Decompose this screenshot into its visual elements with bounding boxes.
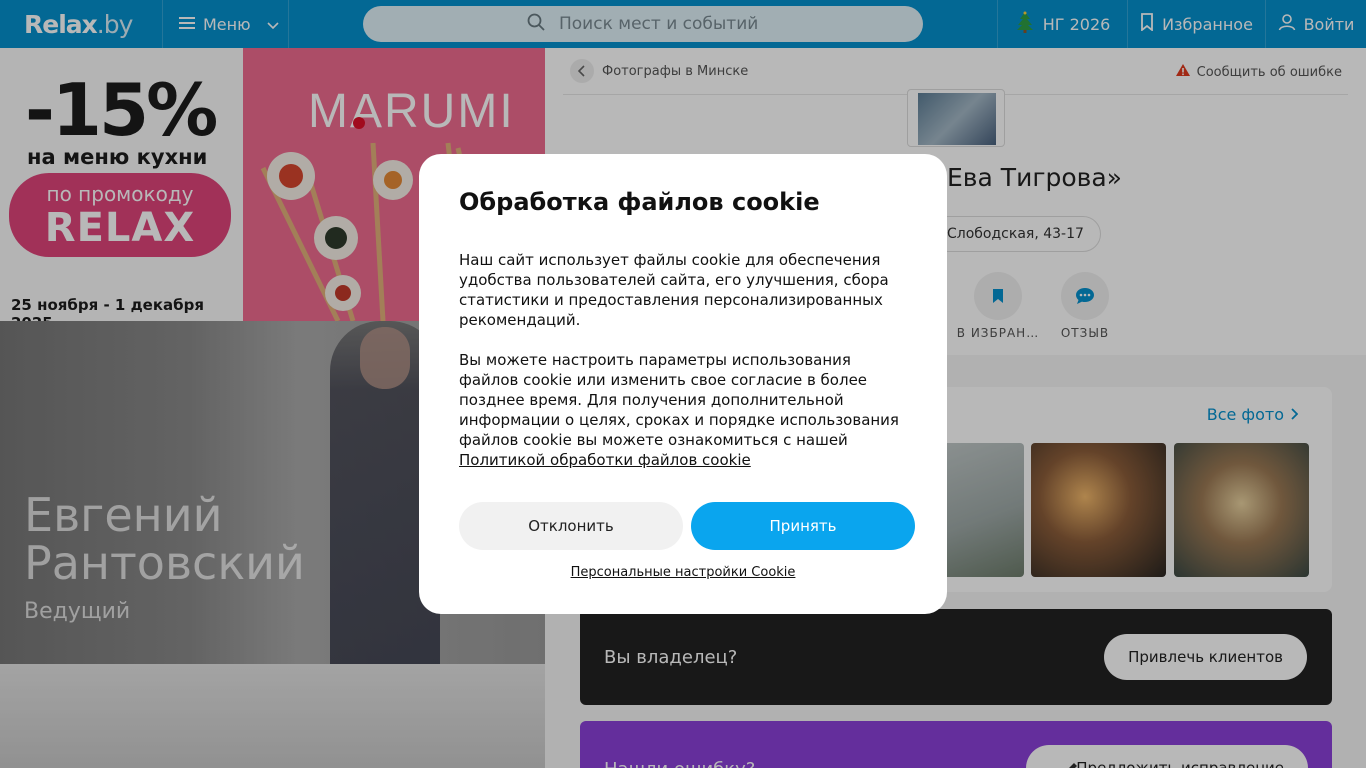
pencil-icon	[1063, 761, 1079, 768]
accept-cookies-button[interactable]: Принять	[691, 502, 915, 550]
cookie-modal: Обработка файлов cookie Наш сайт использ…	[419, 154, 947, 614]
cookie-modal-title: Обработка файлов cookie	[459, 188, 820, 216]
cookie-paragraph-2: Вы можете настроить параметры использова…	[459, 351, 899, 449]
cookie-settings-link[interactable]: Персональные настройки Cookie	[419, 565, 947, 580]
decline-cookies-button[interactable]: Отклонить	[459, 502, 683, 550]
cookie-policy-link[interactable]: Политикой обработки файлов cookie	[459, 451, 751, 469]
cookie-paragraph-1: Наш сайт использует файлы cookie для обе…	[459, 251, 889, 329]
cookie-modal-body: Наш сайт использует файлы cookie для обе…	[459, 250, 909, 470]
